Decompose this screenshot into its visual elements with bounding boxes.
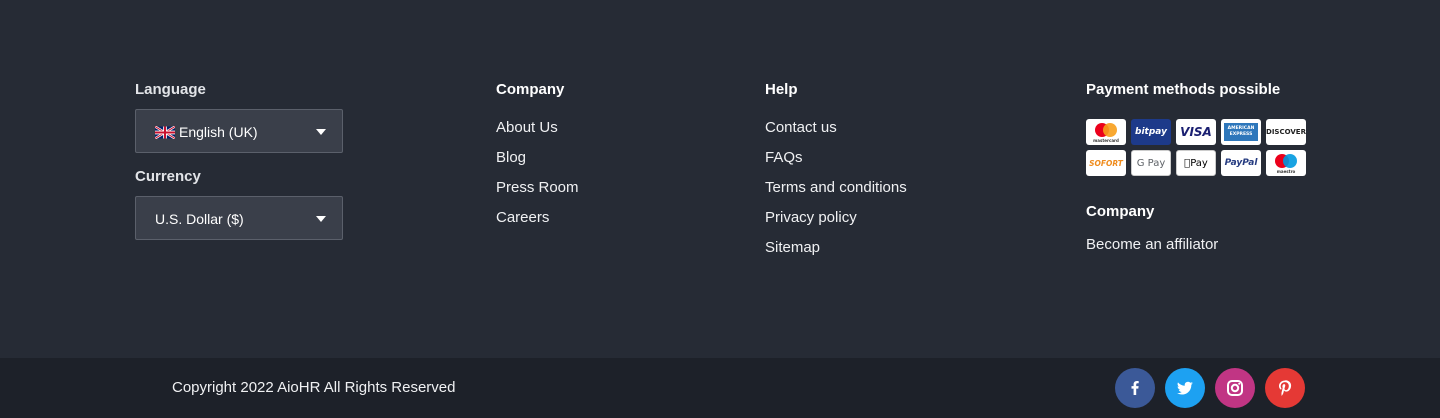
currency-select[interactable]: U.S. Dollar ($) xyxy=(135,196,343,240)
uk-flag-icon xyxy=(155,126,175,139)
link-about-us[interactable]: About Us xyxy=(496,113,696,143)
pinterest-icon[interactable] xyxy=(1265,368,1305,408)
link-become-affiliator[interactable]: Become an affiliator xyxy=(1086,230,1306,260)
language-value: English (UK) xyxy=(155,110,258,154)
apple-pay-icon: Pay xyxy=(1176,150,1216,176)
paypal-icon: PayPal xyxy=(1221,150,1261,176)
discover-icon: DISCOVER xyxy=(1266,119,1306,145)
link-sitemap[interactable]: Sitemap xyxy=(765,233,985,263)
link-press-room[interactable]: Press Room xyxy=(496,173,696,203)
currency-selected-text: U.S. Dollar ($) xyxy=(155,211,244,227)
svg-text:maestro: maestro xyxy=(1277,169,1296,174)
google-pay-icon: G Pay xyxy=(1131,150,1171,176)
currency-label: Currency xyxy=(135,168,201,185)
company-title: Company xyxy=(496,81,565,98)
link-careers[interactable]: Careers xyxy=(496,203,696,233)
locale-column: Language English (UK) Currency U.S. Doll… xyxy=(135,80,345,240)
sofort-icon: SOFORT xyxy=(1086,150,1126,176)
footer-main: Language English (UK) Currency U.S. Doll… xyxy=(0,0,1440,358)
payment-column: Payment methods possible mastercard bitp… xyxy=(1086,80,1316,280)
chevron-down-icon xyxy=(316,216,326,222)
help-title: Help xyxy=(765,81,798,98)
copyright-text: Copyright 2022 AioHR All Rights Reserved xyxy=(172,379,456,396)
link-contact-us[interactable]: Contact us xyxy=(765,113,985,143)
language-select[interactable]: English (UK) xyxy=(135,109,343,153)
bitpay-icon: bitpay xyxy=(1131,119,1171,145)
mastercard-icon: mastercard xyxy=(1086,119,1126,145)
visa-icon: VISA xyxy=(1176,119,1216,145)
help-column: Help Contact us FAQs Terms and condition… xyxy=(765,80,985,263)
bottom-bar: Copyright 2022 AioHR All Rights Reserved xyxy=(0,358,1440,418)
twitter-icon[interactable] xyxy=(1165,368,1205,408)
facebook-icon[interactable] xyxy=(1115,368,1155,408)
maestro-icon: maestro xyxy=(1266,150,1306,176)
payment-title: Payment methods possible xyxy=(1086,81,1281,98)
language-label: Language xyxy=(135,81,206,98)
language-selected-text: English (UK) xyxy=(179,124,258,140)
svg-text:mastercard: mastercard xyxy=(1093,138,1119,143)
chevron-down-icon xyxy=(316,129,326,135)
link-blog[interactable]: Blog xyxy=(496,143,696,173)
instagram-icon[interactable] xyxy=(1215,368,1255,408)
american-express-icon: AMERICAN EXPRESS xyxy=(1221,119,1261,145)
company-column: Company About Us Blog Press Room Careers xyxy=(496,80,696,233)
link-privacy[interactable]: Privacy policy xyxy=(765,203,985,233)
company-title-2: Company xyxy=(1086,203,1155,220)
link-terms[interactable]: Terms and conditions xyxy=(765,173,985,203)
link-faqs[interactable]: FAQs xyxy=(765,143,985,173)
